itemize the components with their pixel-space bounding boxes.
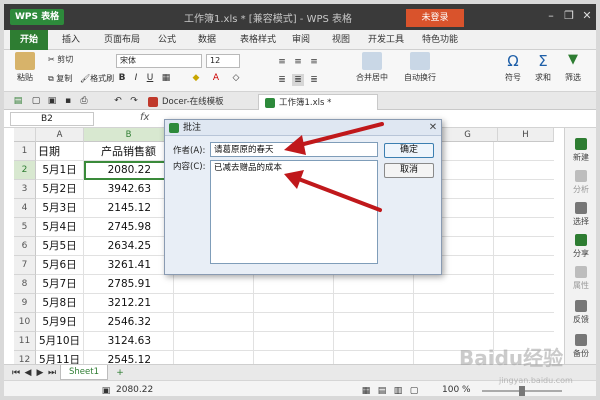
baidu-watermark-logo: Baidu经验 bbox=[459, 346, 564, 370]
red-arrow-author bbox=[284, 122, 384, 155]
baidu-watermark-url: jingyan.baidu.com bbox=[499, 376, 573, 385]
red-arrow-content bbox=[284, 170, 382, 212]
annotation-arrows bbox=[284, 122, 384, 212]
app-window: WPS 表格 工作簿1.xls * [兼容模式] - WPS 表格 未登录 – … bbox=[0, 0, 600, 400]
